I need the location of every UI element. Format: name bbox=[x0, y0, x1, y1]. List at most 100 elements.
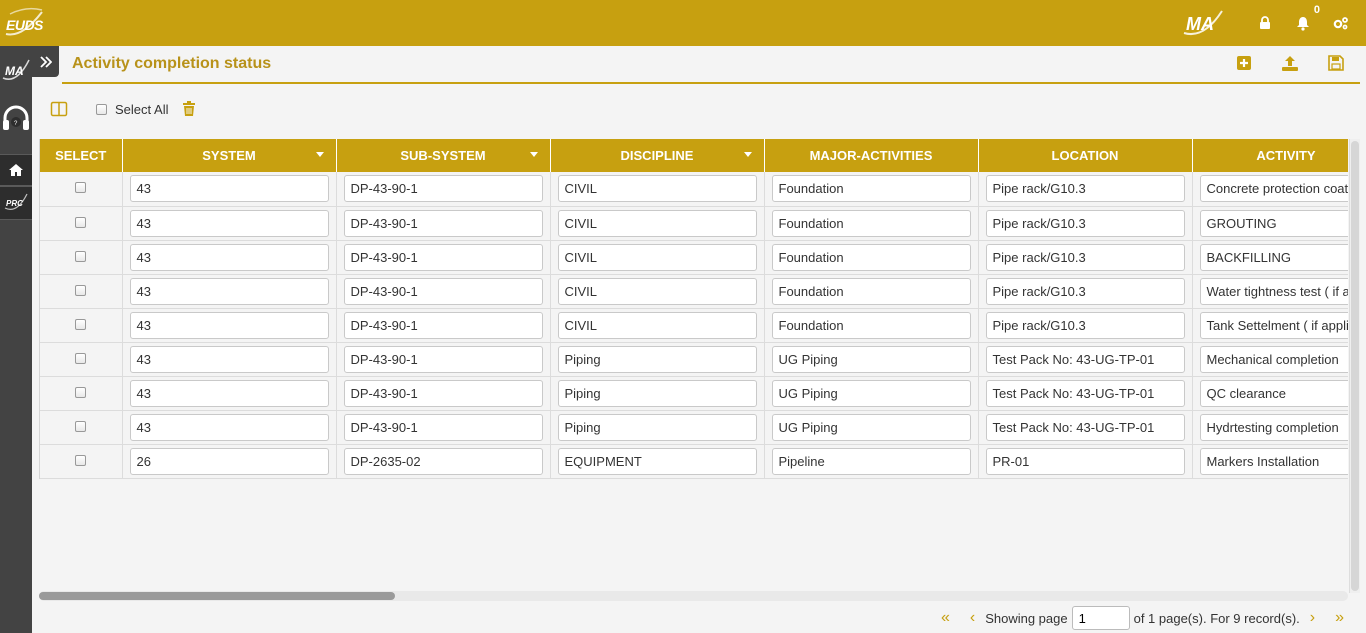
settings-button[interactable] bbox=[1330, 12, 1352, 34]
select-all-control[interactable]: Select All bbox=[96, 102, 168, 117]
discipline-field[interactable]: CIVIL bbox=[557, 277, 757, 305]
upload-button[interactable] bbox=[1280, 53, 1300, 73]
location-field[interactable]: Test Pack No: 43-UG-TP-01 bbox=[985, 345, 1185, 373]
discipline-field[interactable]: Piping bbox=[557, 413, 757, 441]
filter-caret-icon[interactable] bbox=[315, 152, 324, 157]
activity-field[interactable]: Concrete protection coati bbox=[1199, 175, 1348, 203]
row-select-checkbox[interactable] bbox=[75, 386, 87, 398]
row-select-checkbox[interactable] bbox=[75, 216, 87, 228]
filter-caret-icon[interactable] bbox=[529, 152, 538, 157]
system-field[interactable]: 43 bbox=[129, 175, 329, 203]
lock-button[interactable] bbox=[1254, 12, 1276, 34]
subsystem-field[interactable]: DP-43-90-1 bbox=[343, 379, 543, 407]
major-field[interactable]: UG Piping bbox=[771, 345, 971, 373]
column-chooser-icon[interactable] bbox=[50, 100, 68, 118]
select-all-checkbox[interactable] bbox=[96, 103, 107, 115]
row-select-checkbox[interactable] bbox=[75, 420, 87, 432]
row-select-checkbox[interactable] bbox=[75, 284, 87, 296]
euds-logo[interactable]: EUDS bbox=[2, 4, 46, 42]
location-field[interactable]: Pipe rack/G10.3 bbox=[985, 311, 1185, 339]
add-button[interactable] bbox=[1234, 53, 1254, 73]
row-select-checkbox[interactable] bbox=[75, 182, 87, 194]
activity-field[interactable]: Water tightness test ( if a bbox=[1199, 277, 1348, 305]
subsystem-field[interactable]: DP-43-90-1 bbox=[343, 311, 543, 339]
discipline-field[interactable]: Piping bbox=[557, 379, 757, 407]
header-sub-system[interactable]: SUB-SYSTEM bbox=[336, 139, 551, 172]
save-button[interactable] bbox=[1326, 53, 1346, 73]
trash-icon[interactable] bbox=[182, 101, 196, 117]
expand-sidebar-button[interactable] bbox=[32, 46, 59, 77]
page-number-input[interactable] bbox=[1071, 606, 1130, 630]
pager: « ‹ Showing page of 1 page(s). For 9 rec… bbox=[931, 605, 1344, 631]
location-field[interactable]: PR-01 bbox=[985, 447, 1185, 475]
notifications-button[interactable]: 0 bbox=[1292, 4, 1320, 34]
location-field[interactable]: Pipe rack/G10.3 bbox=[985, 175, 1185, 203]
vertical-scroll-thumb[interactable] bbox=[1351, 141, 1359, 591]
row-select-checkbox[interactable] bbox=[75, 318, 87, 330]
system-field[interactable]: 43 bbox=[129, 243, 329, 271]
rail-item-home[interactable] bbox=[0, 154, 32, 186]
first-page-button[interactable]: « bbox=[941, 610, 950, 626]
vertical-scrollbar[interactable] bbox=[1349, 139, 1360, 593]
rail-item-prc[interactable]: PRC bbox=[0, 186, 32, 220]
last-page-button[interactable]: » bbox=[1335, 610, 1344, 626]
location-field[interactable]: Pipe rack/G10.3 bbox=[985, 209, 1185, 237]
row-select-checkbox[interactable] bbox=[75, 454, 87, 466]
activity-field[interactable]: Hydrtesting completion bbox=[1199, 413, 1348, 441]
subsystem-field[interactable]: DP-43-90-1 bbox=[343, 175, 543, 203]
activity-field[interactable]: Tank Settelment ( if appli bbox=[1199, 311, 1348, 339]
system-field[interactable]: 26 bbox=[129, 447, 329, 475]
filter-caret-icon[interactable] bbox=[743, 152, 752, 157]
page-title: Activity completion status bbox=[72, 55, 272, 72]
discipline-field[interactable]: CIVIL bbox=[557, 209, 757, 237]
major-field[interactable]: Foundation bbox=[771, 175, 971, 203]
system-field[interactable]: 43 bbox=[129, 413, 329, 441]
major-field[interactable]: Pipeline bbox=[771, 447, 971, 475]
system-field[interactable]: 43 bbox=[129, 277, 329, 305]
header-discipline[interactable]: DISCIPLINE bbox=[550, 139, 765, 172]
row-select-checkbox[interactable] bbox=[75, 352, 87, 364]
horizontal-scrollbar[interactable] bbox=[39, 591, 1348, 601]
table-row: 43 DP-43-90-1 CIVIL Foundation Pipe rack/G10… bbox=[40, 172, 1348, 207]
discipline-field[interactable]: CIVIL bbox=[557, 311, 757, 339]
major-field[interactable]: Foundation bbox=[771, 243, 971, 271]
next-page-button[interactable]: › bbox=[1310, 610, 1315, 626]
subsystem-field[interactable]: DP-2635-02 bbox=[343, 447, 543, 475]
major-field[interactable]: UG Piping bbox=[771, 379, 971, 407]
major-field[interactable]: UG Piping bbox=[771, 413, 971, 441]
discipline-field[interactable]: CIVIL bbox=[557, 175, 757, 203]
activity-field[interactable]: Markers Installation bbox=[1199, 447, 1348, 475]
pager-prefix: Showing page bbox=[985, 610, 1068, 626]
system-field[interactable]: 43 bbox=[129, 311, 329, 339]
major-field[interactable]: Foundation bbox=[771, 209, 971, 237]
horizontal-scroll-thumb[interactable] bbox=[39, 592, 395, 600]
major-field[interactable]: Foundation bbox=[771, 277, 971, 305]
header-system[interactable]: SYSTEM bbox=[122, 139, 337, 172]
activity-field[interactable]: QC clearance bbox=[1199, 379, 1348, 407]
ma-module-logo[interactable]: MA bbox=[1182, 7, 1224, 39]
subsystem-field[interactable]: DP-43-90-1 bbox=[343, 277, 543, 305]
system-field[interactable]: 43 bbox=[129, 379, 329, 407]
system-field[interactable]: 43 bbox=[129, 209, 329, 237]
discipline-field[interactable]: EQUIPMENT bbox=[557, 447, 757, 475]
activity-field[interactable]: Mechanical completion bbox=[1199, 345, 1348, 373]
major-field[interactable]: Foundation bbox=[771, 311, 971, 339]
location-field[interactable]: Pipe rack/G10.3 bbox=[985, 243, 1185, 271]
subsystem-field[interactable]: DP-43-90-1 bbox=[343, 209, 543, 237]
rail-item-support[interactable]: ? bbox=[0, 102, 32, 138]
row-select-checkbox[interactable] bbox=[75, 250, 87, 262]
system-field[interactable]: 43 bbox=[129, 345, 329, 373]
location-field[interactable]: Test Pack No: 43-UG-TP-01 bbox=[985, 379, 1185, 407]
location-field[interactable]: Pipe rack/G10.3 bbox=[985, 277, 1185, 305]
location-field[interactable]: Test Pack No: 43-UG-TP-01 bbox=[985, 413, 1185, 441]
subsystem-field[interactable]: DP-43-90-1 bbox=[343, 413, 543, 441]
subsystem-field[interactable]: DP-43-90-1 bbox=[343, 345, 543, 373]
rail-item-ma[interactable]: MA bbox=[0, 54, 32, 88]
discipline-field[interactable]: Piping bbox=[557, 345, 757, 373]
prev-page-button[interactable]: ‹ bbox=[970, 610, 975, 626]
activity-field[interactable]: GROUTING bbox=[1199, 209, 1348, 237]
header-location-label: LOCATION bbox=[1051, 148, 1119, 163]
subsystem-field[interactable]: DP-43-90-1 bbox=[343, 243, 543, 271]
discipline-field[interactable]: CIVIL bbox=[557, 243, 757, 271]
activity-field[interactable]: BACKFILLING bbox=[1199, 243, 1348, 271]
